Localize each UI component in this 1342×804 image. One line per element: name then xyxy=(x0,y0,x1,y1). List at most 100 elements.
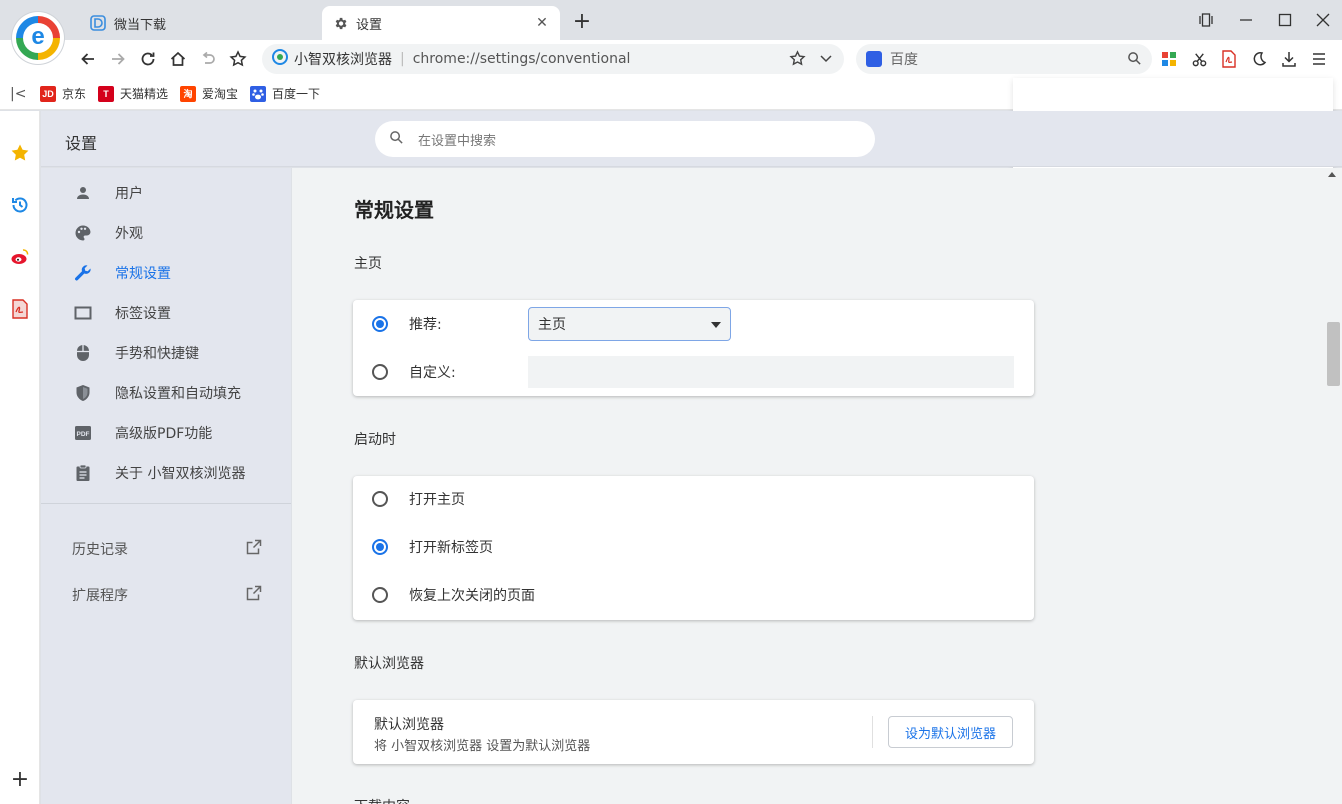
sidebar-item-label: 关于 小智双核浏览器 xyxy=(115,466,246,482)
sidebar-link-extensions[interactable]: 扩展程序 xyxy=(72,580,262,610)
sidebar-item-label: 用户 xyxy=(115,186,143,202)
sidebar-link-history[interactable]: 历史记录 xyxy=(72,534,262,564)
tablet-mode-icon[interactable] xyxy=(1194,8,1218,32)
add-icon[interactable]: + xyxy=(9,767,31,792)
settings-search-input[interactable]: 在设置中搜索 xyxy=(375,121,875,157)
history-icon[interactable] xyxy=(9,194,31,216)
card-divider xyxy=(872,716,873,748)
tab-settings[interactable]: 设置 ✕ xyxy=(322,6,560,40)
baidu-paw-icon xyxy=(250,85,267,102)
clipboard-icon xyxy=(73,463,93,483)
palette-icon xyxy=(73,223,93,243)
sidebar-item-label: 外观 xyxy=(115,226,143,242)
startup-option-restore[interactable]: 恢复上次关闭的页面 xyxy=(353,579,1034,611)
tab-title: 微当下载 xyxy=(114,17,167,33)
bookmark-tmall[interactable]: T 天猫精选 xyxy=(98,85,168,102)
startup-option-newtab[interactable]: 打开新标签页 xyxy=(353,531,1034,563)
pdf-icon: PDF xyxy=(73,423,93,443)
side-strip: + xyxy=(0,111,40,804)
set-default-browser-button[interactable]: 设为默认浏览器 xyxy=(888,716,1013,748)
dark-mode-moon-icon[interactable] xyxy=(1249,49,1269,69)
default-browser-description: 将 小智双核浏览器 设置为默认浏览器 xyxy=(374,739,591,754)
scissors-icon[interactable] xyxy=(1189,49,1209,69)
bookmark-jd[interactable]: JD 京东 xyxy=(40,85,86,102)
new-tab-button[interactable]: + xyxy=(572,11,592,33)
search-engine-label: 百度 xyxy=(890,52,918,68)
minimize-button[interactable] xyxy=(1234,8,1258,32)
forward-button[interactable] xyxy=(107,48,129,70)
sidebar-item-pdf[interactable]: PDF 高级版PDF功能 xyxy=(41,413,291,453)
external-link-icon xyxy=(246,585,262,605)
bookmark-baidu[interactable]: 百度一下 xyxy=(250,85,320,102)
homepage-select[interactable]: 主页 xyxy=(528,307,731,341)
sidebar-item-general[interactable]: 常规设置 xyxy=(41,253,291,293)
bookmark-star-button[interactable] xyxy=(227,48,249,70)
startup-card: 打开主页 打开新标签页 恢复上次关闭的页面 xyxy=(353,476,1034,620)
menu-icon[interactable] xyxy=(1309,49,1329,69)
reload-button[interactable] xyxy=(137,48,159,70)
star-icon[interactable] xyxy=(789,50,806,71)
sidebar-item-user[interactable]: 用户 xyxy=(41,173,291,213)
sidebar-item-label: 高级版PDF功能 xyxy=(115,426,213,442)
weibo-icon[interactable] xyxy=(9,246,31,268)
address-bar[interactable]: 小智双核浏览器 | chrome://settings/conventional xyxy=(262,44,844,74)
radio-custom[interactable] xyxy=(372,364,388,380)
url-text[interactable]: chrome://settings/conventional xyxy=(413,51,631,67)
undo-close-tab-button[interactable] xyxy=(197,48,219,70)
chevron-down-icon[interactable] xyxy=(818,50,834,70)
bookmark-aitaobao[interactable]: 淘 爱淘宝 xyxy=(180,85,238,102)
radio-open-homepage[interactable] xyxy=(372,491,388,507)
weidown-favicon-icon xyxy=(90,15,106,31)
wrench-icon xyxy=(73,263,93,283)
sidebar-link-label: 历史记录 xyxy=(72,542,128,558)
taobao-icon: 淘 xyxy=(180,85,197,102)
bookmark-label: 天猫精选 xyxy=(120,87,169,101)
homepage-select-value: 主页 xyxy=(538,317,566,333)
scrollbar-thumb[interactable] xyxy=(1327,322,1340,386)
sidebar-item-appearance[interactable]: 外观 xyxy=(41,213,291,253)
home-button[interactable] xyxy=(167,48,189,70)
startup-group-label: 启动时 xyxy=(354,432,396,448)
tab-weidown[interactable]: 微当下载 xyxy=(80,6,320,40)
sidebar-item-label: 常规设置 xyxy=(115,266,171,282)
search-icon[interactable] xyxy=(1127,51,1142,70)
settings-sidebar: 用户 外观 常规设置 标签设置 手势和快捷键 隐私设置和自动填充 PDF 高级版… xyxy=(41,168,291,804)
radio-recommended[interactable] xyxy=(372,316,388,332)
startup-option-label: 恢复上次关闭的页面 xyxy=(409,588,535,604)
page-title: 设置 xyxy=(65,134,98,153)
maximize-button[interactable] xyxy=(1273,8,1297,32)
sidebar-item-privacy[interactable]: 隐私设置和自动填充 xyxy=(41,373,291,413)
shield-icon xyxy=(73,383,93,403)
tmall-icon: T xyxy=(98,85,115,102)
jd-icon: JD xyxy=(40,85,56,102)
back-button[interactable] xyxy=(77,48,99,70)
collapse-sidebar-icon[interactable]: |< xyxy=(10,86,32,102)
person-icon xyxy=(73,183,93,203)
sidebar-item-label: 标签设置 xyxy=(115,306,171,322)
radio-open-newtab[interactable] xyxy=(372,539,388,555)
search-engine-box[interactable]: 百度 xyxy=(856,44,1152,74)
scroll-up-arrow-icon[interactable] xyxy=(1328,172,1336,177)
sidebar-link-label: 扩展程序 xyxy=(72,588,128,604)
scrollbar[interactable] xyxy=(1324,168,1342,804)
downloads-group-label: 下载内容 xyxy=(354,796,410,804)
tab-close-icon[interactable]: ✕ xyxy=(534,15,550,31)
sidebar-item-tabs[interactable]: 标签设置 xyxy=(41,293,291,333)
custom-homepage-input[interactable] xyxy=(528,356,1014,388)
recommended-label: 推荐: xyxy=(409,317,442,333)
startup-option-homepage[interactable]: 打开主页 xyxy=(353,483,1034,515)
browser-logo-icon[interactable]: e xyxy=(12,12,64,64)
homepage-card: 推荐: 主页 自定义: xyxy=(353,300,1034,396)
radio-restore-pages[interactable] xyxy=(372,587,388,603)
apps-grid-icon[interactable] xyxy=(1159,49,1179,69)
sidebar-item-label: 手势和快捷键 xyxy=(115,346,199,362)
close-button[interactable] xyxy=(1311,8,1335,32)
pdf-side-icon[interactable] xyxy=(9,298,31,320)
bookmark-label: 京东 xyxy=(62,87,87,101)
homepage-custom-option[interactable]: 自定义: xyxy=(353,356,523,388)
pdf-tool-icon[interactable] xyxy=(1219,49,1239,69)
sidebar-item-about[interactable]: 关于 小智双核浏览器 xyxy=(41,453,291,493)
download-icon[interactable] xyxy=(1279,49,1299,69)
favorites-star-icon[interactable] xyxy=(9,142,31,164)
sidebar-item-gestures[interactable]: 手势和快捷键 xyxy=(41,333,291,373)
